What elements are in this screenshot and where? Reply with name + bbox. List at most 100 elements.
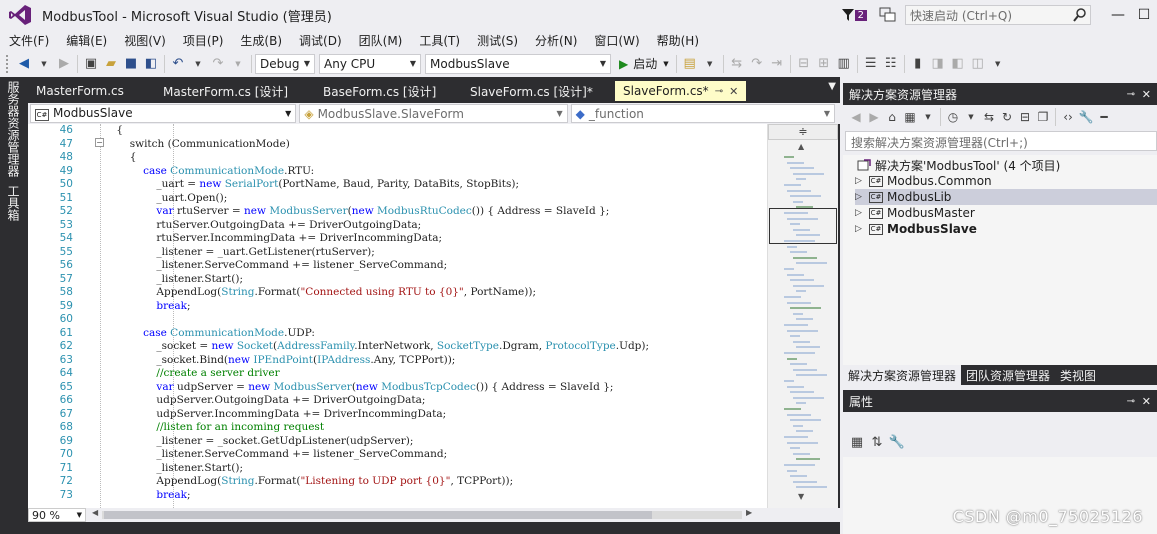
code-line[interactable]: 60 [28, 313, 767, 327]
properties-title-bar[interactable]: 属性 ⊸ ✕ [843, 390, 1157, 412]
pin-icon[interactable]: ⊸ [1127, 396, 1135, 407]
minus-icon[interactable]: ━ [1095, 107, 1113, 127]
code-line[interactable]: 59 break; [28, 300, 767, 314]
toolbox-tab[interactable]: 工具箱 [5, 185, 22, 221]
view-switcher-icon[interactable]: ▦ [901, 107, 919, 127]
bookmark-icon[interactable]: ▮ [908, 54, 928, 74]
collapse-all-icon[interactable]: ⊟ [1016, 107, 1034, 127]
code-line[interactable]: 70 _listener.ServeCommand += listener_Se… [28, 448, 767, 462]
menu-analyze[interactable]: 分析(N) [526, 32, 585, 49]
properties-wrench-icon[interactable]: 🔧 [1077, 107, 1095, 127]
tree-solution-node[interactable]: 解决方案'ModbusTool' (4 个项目) [857, 157, 1060, 173]
quick-launch-input[interactable]: 快速启动 (Ctrl+Q) [905, 5, 1091, 25]
expand-arrow-icon[interactable]: ▷ [855, 176, 869, 186]
code-line[interactable]: 62 _socket = new Socket(AddressFamily.In… [28, 340, 767, 354]
clear-bookmarks-icon[interactable]: ◫ [968, 54, 988, 74]
code-line[interactable]: 71 _listener.Start(); [28, 462, 767, 476]
view-code-icon[interactable]: ‹› [1059, 107, 1077, 127]
dropdown-arrow-icon[interactable]: ▼ [919, 107, 937, 127]
menu-view[interactable]: 视图(V) [115, 32, 174, 49]
scroll-left-icon[interactable]: ◀ [92, 508, 98, 517]
menu-debug[interactable]: 调试(D) [290, 32, 350, 49]
menu-file[interactable]: 文件(F) [0, 32, 57, 49]
code-line[interactable]: 57 _listener.Start(); [28, 273, 767, 287]
comment-icon[interactable]: ☰ [861, 54, 881, 74]
tab-solution-explorer[interactable]: 解决方案资源管理器 [843, 365, 962, 385]
save-all-icon[interactable]: ◧ [141, 54, 161, 74]
expand-arrow-icon[interactable]: ▷ [855, 192, 869, 202]
dropdown-arrow-icon[interactable]: ▼ [188, 54, 208, 74]
dropdown-arrow-icon[interactable]: ▼ [34, 54, 54, 74]
redo-icon[interactable]: ↷ [208, 54, 228, 74]
code-line[interactable]: 47 switch (CommunicationMode) [28, 138, 767, 152]
tab-masterform-cs[interactable]: MasterForm.cs [28, 81, 155, 101]
format-icon[interactable]: ▥ [834, 54, 854, 74]
pin-icon[interactable]: ⊸ [1127, 89, 1135, 100]
uncomment-icon[interactable]: ☷ [881, 54, 901, 74]
solution-explorer-search-input[interactable]: 搜索解决方案资源管理器(Ctrl+;) [845, 131, 1157, 151]
maximize-button[interactable]: ☐ [1131, 7, 1157, 23]
code-line[interactable]: 66 udpServer.OutgoingData += DriverOutgo… [28, 394, 767, 408]
menu-project[interactable]: 项目(P) [174, 32, 232, 49]
code-line[interactable]: 72 AppendLog(String.Format("Listening to… [28, 475, 767, 489]
sync-icon[interactable]: ⇆ [980, 107, 998, 127]
code-line[interactable]: 64 //create a server driver [28, 367, 767, 381]
browser-link-icon[interactable]: ▤ [680, 54, 700, 74]
code-editor[interactable]: − 46 {47 switch (CommunicationMode) 48 {4… [28, 124, 767, 508]
categorized-icon[interactable]: ▦ [847, 432, 867, 452]
scrollbar-overview-map[interactable]: ≑ ▲ ▼ [767, 124, 838, 508]
code-line[interactable]: 54 rtuServer.IncommingData += DriverInco… [28, 232, 767, 246]
minimize-button[interactable]: — [1105, 7, 1131, 23]
code-line[interactable]: 52 var rtuServer = new ModbusServer(new … [28, 205, 767, 219]
code-line[interactable]: 50 _uart = new SerialPort(PortName, Baud… [28, 178, 767, 192]
expand-arrow-icon[interactable]: ▷ [855, 224, 869, 234]
code-line[interactable]: 67 udpServer.IncommingData += DriverInco… [28, 408, 767, 422]
member-nav-dropdown[interactable]: ◆ _function ▼ [570, 104, 835, 123]
solution-explorer-title-bar[interactable]: 解决方案资源管理器 ⊸ ✕ [843, 83, 1157, 105]
horizontal-scrollbar-thumb[interactable] [104, 511, 652, 519]
step-out-icon[interactable]: ⇥ [767, 54, 787, 74]
expand-arrow-icon[interactable]: ▷ [855, 208, 869, 218]
pin-icon[interactable]: ⊸ [715, 86, 723, 97]
solution-config-dropdown[interactable]: Debug ▼ [255, 53, 315, 74]
forward-icon[interactable]: ▶ [865, 107, 883, 127]
tree-project-modbusslave[interactable]: ▷ C# ModbusSlave [855, 221, 977, 237]
startup-project-dropdown[interactable]: ModbusSlave ▼ [425, 53, 611, 74]
scroll-down-icon[interactable]: ▼ [798, 492, 804, 501]
align-left-icon[interactable]: ⊟ [794, 54, 814, 74]
split-window-icon[interactable]: ≑ [768, 124, 838, 140]
next-bookmark-icon[interactable]: ◧ [948, 54, 968, 74]
code-line[interactable]: 48 { [28, 151, 767, 165]
solution-platform-dropdown[interactable]: Any CPU ▼ [319, 53, 421, 74]
server-explorer-tab[interactable]: 服务器资源管理器 [5, 81, 22, 177]
new-project-icon[interactable]: ▣ [81, 54, 101, 74]
menu-help[interactable]: 帮助(H) [648, 32, 707, 49]
code-line[interactable]: 58 AppendLog(String.Format("Connected us… [28, 286, 767, 300]
navigate-forward-icon[interactable]: ▶ [54, 54, 74, 74]
horizontal-scrollbar[interactable] [102, 511, 742, 519]
tab-baseform-designer[interactable]: BaseForm.cs [设计] [315, 81, 462, 101]
back-icon[interactable]: ◀ [847, 107, 865, 127]
start-debugging-button[interactable]: ▶ 启动 ▼ [615, 55, 673, 72]
dropdown-arrow-icon[interactable]: ▼ [228, 54, 248, 74]
undo-icon[interactable]: ↶ [168, 54, 188, 74]
tree-project-modbusmaster[interactable]: ▷ C# ModbusMaster [855, 205, 975, 221]
property-pages-icon[interactable]: 🔧 [887, 432, 907, 452]
toolbar-overflow-icon[interactable]: ▼ [988, 54, 1008, 74]
code-line[interactable]: 56 _listener.ServeCommand += listener_Se… [28, 259, 767, 273]
code-line[interactable]: 51 _uart.Open(); [28, 192, 767, 206]
toolbar-grip[interactable] [6, 54, 10, 73]
dropdown-arrow-icon[interactable]: ▼ [962, 107, 980, 127]
tab-slaveform-cs[interactable]: SlaveForm.cs* ⊸ ✕ [615, 81, 747, 101]
save-icon[interactable]: ■ [121, 54, 141, 74]
pending-changes-filter-icon[interactable]: ◷ [944, 107, 962, 127]
notifications-button[interactable]: 2 [841, 9, 867, 21]
step-into-icon[interactable]: ⇆ [727, 54, 747, 74]
overview-viewport[interactable] [769, 208, 837, 244]
alphabetical-icon[interactable]: ⇅ [867, 432, 887, 452]
prev-bookmark-icon[interactable]: ◨ [928, 54, 948, 74]
step-over-icon[interactable]: ↷ [747, 54, 767, 74]
align-center-icon[interactable]: ⊞ [814, 54, 834, 74]
tree-project-modbus-common[interactable]: ▷ C# Modbus.Common [855, 173, 992, 189]
feedback-icon[interactable] [879, 7, 897, 23]
